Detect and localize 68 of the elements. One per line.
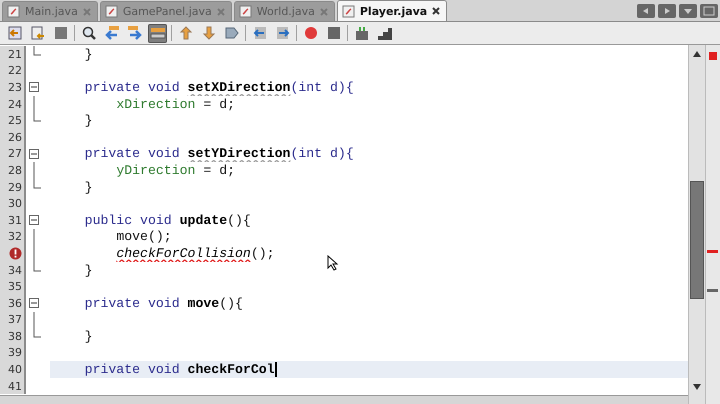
java-file-icon	[104, 5, 118, 18]
line-number: 36	[8, 296, 22, 310]
code-line: private void setYDirection(int d){	[84, 146, 354, 162]
vertical-scrollbar[interactable]	[688, 45, 705, 404]
code-line: }	[84, 46, 93, 62]
line-number: 30	[8, 197, 22, 210]
code-line: xDirection = d;	[115, 96, 236, 112]
line-number: 32	[8, 230, 22, 244]
fold-guide-line	[33, 312, 35, 328]
line-number: 35	[8, 280, 22, 294]
line-number: 28	[8, 164, 22, 177]
code-line: private void setXDirection(int d){	[84, 80, 354, 95]
fold-end-line	[33, 46, 41, 56]
line-number: 25	[8, 114, 22, 128]
file-tab[interactable]: Player.java	[336, 0, 448, 21]
fold-end-line	[33, 262, 41, 272]
code-line: private void move(){	[84, 296, 243, 311]
file-tab[interactable]: Main.java	[2, 1, 98, 21]
maximize-icon[interactable]	[700, 4, 718, 18]
fold-toggle-icon[interactable]	[29, 148, 39, 159]
horizontal-scrollbar[interactable]	[0, 395, 688, 404]
line-number: 41	[8, 380, 22, 393]
line-number: 26	[8, 130, 22, 144]
code-line: checkForCollision();	[115, 246, 275, 261]
java-file-icon	[7, 5, 20, 18]
fold-end-line	[33, 328, 41, 338]
scroll-down-arrow-icon[interactable]	[693, 384, 701, 390]
caret-position-marker[interactable]	[707, 289, 718, 292]
code-line: }	[84, 180, 93, 195]
line-number: 24	[8, 98, 22, 111]
error-marker[interactable]	[707, 250, 718, 253]
code-line: }	[84, 113, 93, 128]
line-number: 37	[8, 313, 22, 326]
scroll-tabs-right-icon[interactable]	[658, 4, 676, 18]
code-line: private void checkForCol	[84, 362, 275, 378]
code-line: }	[84, 262, 93, 278]
dropdown-icon[interactable]	[679, 4, 697, 18]
line-number: 21	[8, 48, 22, 61]
scroll-tabs-left-icon[interactable]	[637, 4, 655, 18]
fold-guide-line	[33, 162, 35, 180]
code-line: }	[84, 328, 93, 344]
code-line: yDirection = d;	[115, 162, 236, 178]
code-line: public void update(){	[84, 212, 251, 228]
fold-toggle-icon[interactable]	[29, 82, 39, 92]
java-file-icon	[238, 5, 252, 18]
line-number: 23	[8, 80, 22, 94]
file-tab[interactable]: GamePanel.java	[100, 1, 232, 21]
line-number: 40	[8, 363, 22, 376]
fold-end-line	[33, 178, 41, 189]
scroll-up-arrow-icon[interactable]	[693, 51, 701, 57]
fold-toggle-icon[interactable]	[29, 298, 39, 308]
text-cursor	[274, 362, 277, 378]
line-number: 34	[8, 264, 22, 277]
error-icon[interactable]	[9, 246, 22, 260]
fold-toggle-icon[interactable]	[29, 214, 39, 225]
line-number: 22	[8, 64, 22, 78]
code-line: move();	[115, 229, 172, 244]
line-number: 29	[8, 180, 22, 194]
file-tab[interactable]: World.java	[234, 1, 335, 21]
close-icon[interactable]	[432, 7, 440, 15]
fold-end-line	[33, 112, 41, 122]
error-status-marker[interactable]	[709, 52, 717, 60]
java-file-icon	[342, 4, 355, 18]
fold-guide-line	[33, 96, 35, 113]
line-number: 27	[8, 147, 22, 160]
line-number: 39	[8, 346, 22, 360]
line-number: 38	[8, 330, 22, 343]
line-number: 31	[8, 214, 22, 227]
